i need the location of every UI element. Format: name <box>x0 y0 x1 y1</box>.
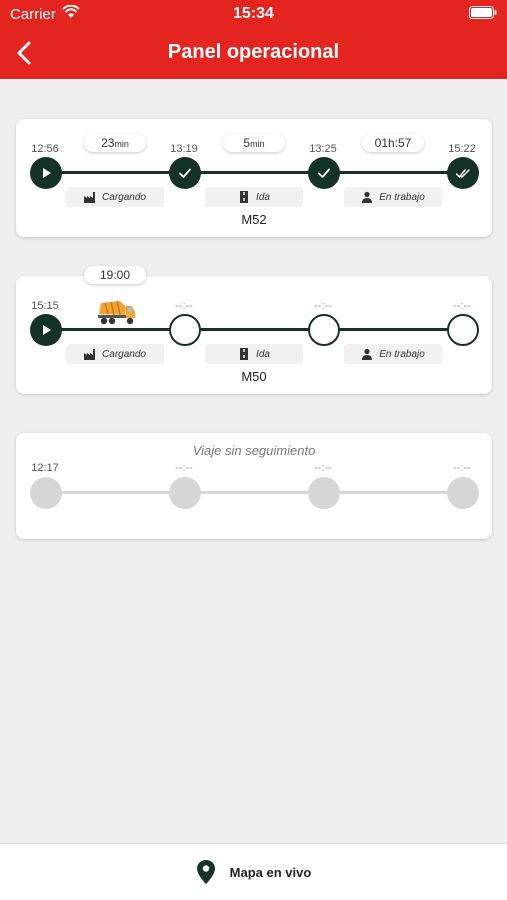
node-time: --:-- <box>314 462 332 474</box>
pending-node <box>308 314 340 346</box>
node-time: 12:17 <box>31 462 59 474</box>
concrete-mixer-truck-icon <box>98 300 135 325</box>
node-time: 13:19 <box>170 143 198 155</box>
node-time: 12:56 <box>31 143 59 155</box>
inactive-node <box>169 477 201 509</box>
duration-pill: 01h:57 <box>362 134 424 152</box>
phase-chip-loading: Cargando <box>66 344 164 364</box>
pending-node <box>169 314 201 346</box>
pending-node <box>447 314 479 346</box>
play-icon <box>30 314 62 346</box>
live-map-label: Mapa en vivo <box>229 864 312 880</box>
worker-icon <box>362 191 373 203</box>
phase-chip-loading: Cargando <box>66 187 164 207</box>
trip-card[interactable]: 12:56 13:19 13:25 15:22 23min 5min 01h:5… <box>16 119 492 237</box>
node-time: --:-- <box>175 462 193 474</box>
live-map-button[interactable]: Mapa en vivo <box>0 843 507 900</box>
phase-chip-outbound: Ida <box>205 187 303 207</box>
duration-pill: 5min <box>223 134 285 152</box>
page-title: Panel operacional <box>167 41 340 63</box>
phase-chip-outbound: Ida <box>205 344 303 364</box>
untracked-status: Viaje sin seguimiento <box>192 443 316 458</box>
worker-icon <box>362 348 373 360</box>
vehicle-code: M50 <box>241 369 267 384</box>
inactive-node <box>308 477 340 509</box>
status-bar: Carrier 15:34 <box>0 0 507 28</box>
progress-track <box>46 328 462 331</box>
factory-icon <box>84 349 96 360</box>
nav-bar: Panel operacional <box>0 30 507 76</box>
node-time: --:-- <box>453 462 471 474</box>
app-header: Carrier 15:34 Panel operacional <box>0 0 507 79</box>
node-time: --:-- <box>453 300 471 312</box>
double-check-icon <box>447 157 479 189</box>
trip-card[interactable]: 19:00 15:15 --:-- --:-- --:-- Cargando I… <box>16 266 492 394</box>
status-time: 15:34 <box>233 5 274 22</box>
eta-pill: 19:00 <box>84 266 146 284</box>
inactive-node <box>30 477 62 509</box>
node-time: 13:25 <box>309 143 337 155</box>
factory-icon <box>84 192 96 203</box>
trip-card[interactable]: Viaje sin seguimiento 12:17 --:-- --:-- … <box>16 433 492 539</box>
phase-chip-working: En trabajo <box>344 344 442 364</box>
progress-track <box>46 491 462 494</box>
node-time: 15:22 <box>448 143 476 155</box>
check-icon <box>169 157 201 189</box>
play-icon <box>30 157 62 189</box>
road-icon <box>240 348 249 360</box>
progress-track <box>46 171 462 174</box>
node-time: 15:15 <box>31 300 59 312</box>
node-time: --:-- <box>175 300 193 312</box>
battery-icon <box>469 6 497 19</box>
map-pin-icon <box>196 860 215 884</box>
road-icon <box>240 191 249 203</box>
inactive-node <box>447 477 479 509</box>
duration-pill: 23min <box>84 134 146 152</box>
phase-chip-working: En trabajo <box>344 187 442 207</box>
check-icon <box>308 157 340 189</box>
vehicle-code: M52 <box>241 212 267 227</box>
node-time: --:-- <box>314 300 332 312</box>
